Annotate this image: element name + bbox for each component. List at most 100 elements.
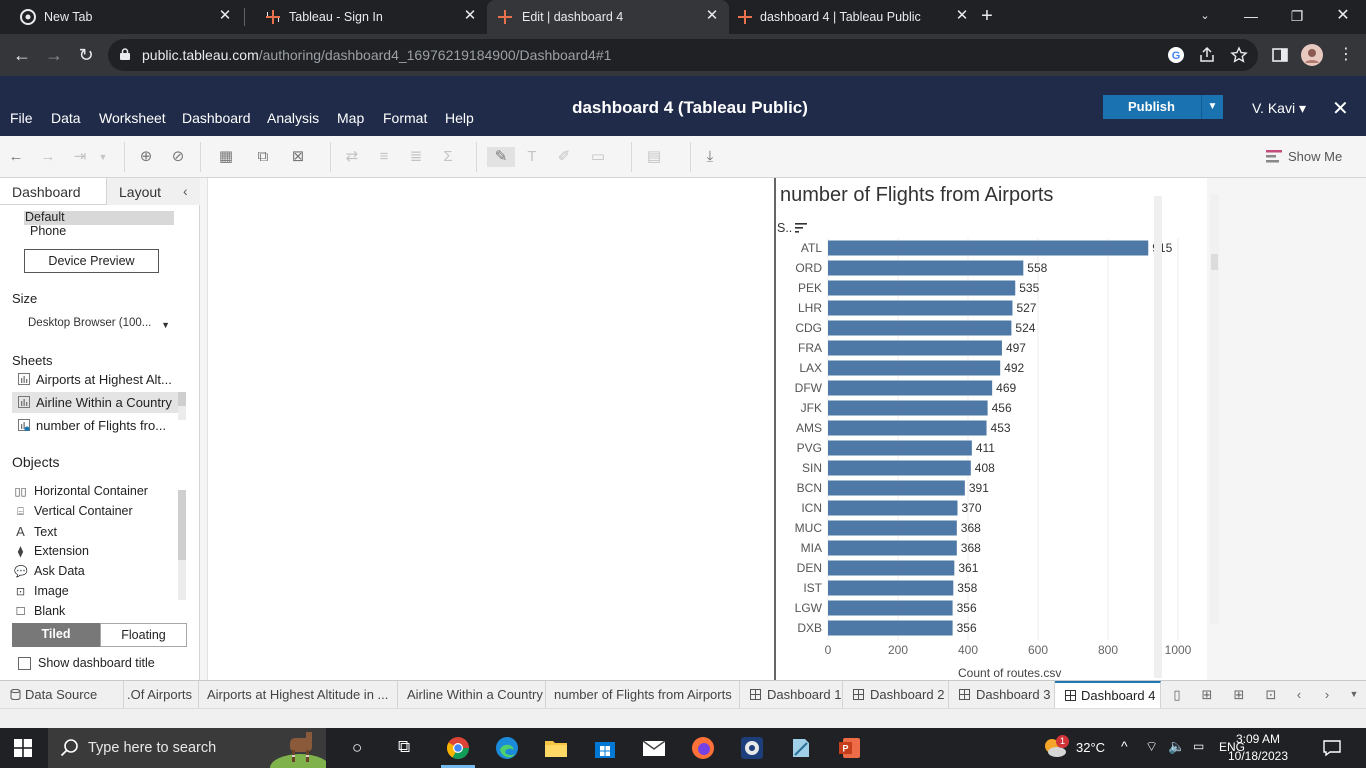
- share-icon[interactable]: [1198, 46, 1216, 64]
- notifications-icon[interactable]: [1323, 739, 1341, 757]
- redo-icon[interactable]: →: [37, 147, 59, 167]
- side-panel-icon[interactable]: [1271, 46, 1289, 64]
- format-workbook-icon[interactable]: ✐: [553, 147, 575, 167]
- chevron-down-icon[interactable]: ▼: [1201, 95, 1223, 119]
- chevron-down-icon[interactable]: ▼: [1345, 689, 1363, 705]
- tab-sheet[interactable]: number of Flights from Airports: [546, 681, 740, 709]
- edge-icon[interactable]: [495, 736, 519, 760]
- show-cards-icon[interactable]: ▤: [643, 147, 665, 167]
- tab-dashboard-3[interactable]: Dashboard 3: [949, 681, 1055, 709]
- reload-icon[interactable]: ↻: [74, 43, 98, 67]
- new-tab-button[interactable]: +: [976, 5, 998, 27]
- bar[interactable]: [828, 600, 953, 616]
- fit-icon[interactable]: ▭: [587, 147, 609, 167]
- google-icon[interactable]: G: [1167, 46, 1185, 64]
- totals-icon[interactable]: Σ: [437, 147, 459, 167]
- close-icon[interactable]: ✕: [216, 7, 234, 25]
- bookmark-star-icon[interactable]: [1230, 46, 1248, 64]
- bar[interactable]: [828, 320, 1012, 336]
- back-icon[interactable]: ←: [10, 43, 34, 67]
- tab-dashboard-4[interactable]: Dashboard 4: [1055, 681, 1161, 709]
- bar[interactable]: [828, 380, 993, 396]
- microsoft-store-icon[interactable]: [593, 736, 617, 760]
- sheet-item[interactable]: Airline Within a Country: [12, 392, 178, 413]
- windows-start-icon[interactable]: [14, 739, 32, 757]
- browser-tab-tableau-public[interactable]: dashboard 4 | Tableau Public ✕: [729, 0, 971, 34]
- publish-button[interactable]: Publish ▼: [1103, 95, 1223, 119]
- cortana-icon[interactable]: ○: [352, 738, 362, 758]
- object-image[interactable]: ⊡ Image: [14, 584, 69, 598]
- bar[interactable]: [828, 340, 1002, 356]
- sheets-scrollbar[interactable]: [178, 392, 186, 420]
- story-icon[interactable]: ▯: [1168, 687, 1186, 703]
- bar[interactable]: [828, 240, 1149, 256]
- clear-sheet-icon[interactable]: ⊠: [287, 147, 309, 167]
- bar[interactable]: [828, 420, 987, 436]
- bar[interactable]: [828, 580, 954, 596]
- bar-chart[interactable]: ATL 915ORD 558PEK 535LHR 527CDG 524FRA 497LAX 4…: [768, 238, 1208, 680]
- browser-tab-tableau-sign-in[interactable]: Tableau - Sign In ✕: [245, 0, 487, 34]
- close-icon[interactable]: ✕: [461, 7, 479, 25]
- taskbar-search[interactable]: Type here to search: [48, 728, 326, 768]
- forward-icon[interactable]: →: [42, 43, 66, 67]
- bar[interactable]: [828, 480, 965, 496]
- tab-dashboard[interactable]: Dashboard: [12, 184, 81, 200]
- browser-menu-icon[interactable]: ⋮: [1334, 43, 1358, 67]
- browser-tab-edit-dashboard[interactable]: Edit | dashboard 4 ✕: [487, 0, 729, 34]
- tab-dashboard-2[interactable]: Dashboard 2: [843, 681, 949, 709]
- tab-sheet[interactable]: .Of Airports: [125, 681, 199, 709]
- duplicate-sheet-icon[interactable]: ⧉: [252, 147, 274, 167]
- weather-temp[interactable]: 32°C: [1076, 740, 1105, 755]
- sheet-item[interactable]: Airports at Highest Alt...: [12, 369, 178, 390]
- size-dropdown[interactable]: Desktop Browser (100... ▼: [28, 317, 174, 335]
- undo-icon[interactable]: ←: [5, 147, 27, 167]
- object-horizontal-container[interactable]: ▯▯ Horizontal Container: [14, 484, 148, 498]
- tab-data-source[interactable]: Data Source: [0, 681, 124, 709]
- close-icon[interactable]: ✕: [953, 7, 971, 25]
- sort-descending-icon[interactable]: ≣: [405, 147, 427, 167]
- chart-scrollbar-thumb[interactable]: [1211, 254, 1218, 270]
- download-icon[interactable]: ⤓: [699, 147, 721, 167]
- replay-icon[interactable]: ⇥: [69, 147, 91, 167]
- highlight-icon[interactable]: ✎: [487, 147, 515, 167]
- close-icon[interactable]: ✕: [703, 7, 721, 25]
- powerpoint-icon[interactable]: P: [838, 736, 862, 760]
- chart-scrollbar[interactable]: [1210, 194, 1219, 624]
- restore-icon[interactable]: ❐: [1274, 0, 1320, 34]
- notes-app-icon[interactable]: [789, 736, 813, 760]
- object-ask-data[interactable]: 💬 Ask Data: [14, 564, 85, 578]
- file-explorer-icon[interactable]: [544, 736, 568, 760]
- mail-icon[interactable]: [642, 736, 666, 760]
- bar[interactable]: [828, 300, 1013, 316]
- bar[interactable]: [828, 280, 1016, 296]
- network-icon[interactable]: ⌔: [1145, 738, 1158, 756]
- new-dashboard-icon[interactable]: ⊞: [1230, 687, 1248, 703]
- dashboard-area[interactable]: number of Flights from Airports S.. ATL 9…: [207, 178, 1219, 680]
- new-data-source-icon[interactable]: ⊕: [135, 147, 157, 167]
- bar[interactable]: [828, 620, 953, 636]
- bar[interactable]: [828, 260, 1024, 276]
- sheet-item[interactable]: number of Flights fro...: [12, 415, 178, 436]
- browser-tab-new-tab[interactable]: New Tab ✕: [0, 0, 242, 34]
- bar[interactable]: [828, 500, 958, 516]
- bar[interactable]: [828, 560, 955, 576]
- minimize-icon[interactable]: —: [1228, 0, 1274, 34]
- sort-icon[interactable]: [795, 223, 807, 233]
- bar[interactable]: [828, 520, 957, 536]
- bar[interactable]: [828, 540, 957, 556]
- chevron-down-icon[interactable]: ▼: [92, 147, 114, 167]
- object-text[interactable]: A Text: [14, 524, 57, 539]
- objects-scrollbar[interactable]: [178, 490, 186, 600]
- scroll-left-icon[interactable]: ‹: [1290, 687, 1308, 703]
- device-preview-button[interactable]: Device Preview: [24, 249, 159, 273]
- sort-ascending-icon[interactable]: ≡: [373, 147, 395, 167]
- bar[interactable]: [828, 460, 971, 476]
- row-header[interactable]: S..: [777, 221, 792, 235]
- pause-updates-icon[interactable]: ⊘: [167, 147, 189, 167]
- device-default[interactable]: Default: [24, 210, 174, 225]
- object-blank[interactable]: ☐ Blank: [14, 604, 66, 618]
- firefox-icon[interactable]: [691, 736, 715, 760]
- floating-toggle[interactable]: Floating: [100, 623, 187, 647]
- show-title-checkbox[interactable]: [18, 657, 31, 670]
- swap-rows-columns-icon[interactable]: ⇄: [341, 147, 363, 167]
